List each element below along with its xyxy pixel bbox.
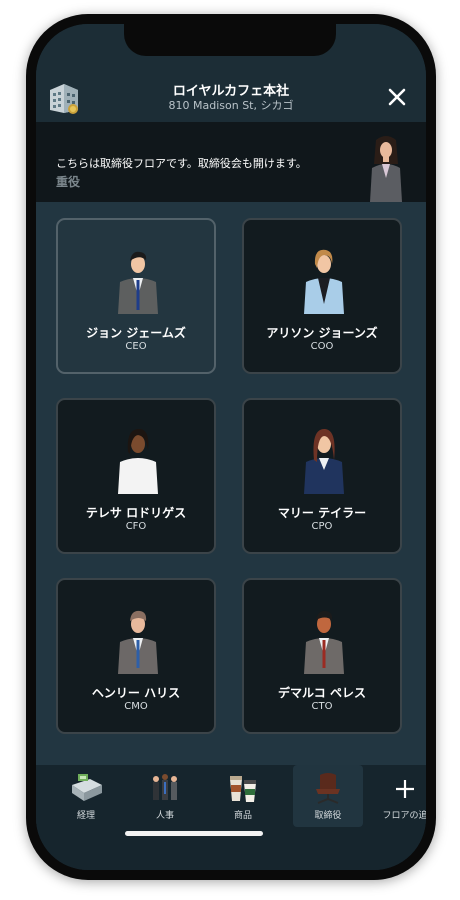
executive-role: CFO (125, 521, 147, 532)
executive-card[interactable]: ヘンリー ハリス CMO (56, 578, 216, 734)
executive-name: ヘンリー ハリス (91, 686, 181, 700)
executive-role: CEO (125, 341, 147, 352)
tab-hr[interactable]: 人事 (130, 765, 200, 827)
home-indicator[interactable] (125, 831, 263, 836)
close-icon[interactable] (386, 86, 408, 108)
tab-accounting[interactable]: 経理 (51, 765, 121, 827)
phone-notch (124, 24, 336, 56)
assistant-avatar (370, 136, 402, 202)
executive-role: CPO (311, 521, 333, 532)
tab-label: 人事 (155, 811, 174, 821)
executive-name: マリー テイラー (277, 506, 367, 520)
address: 810 Madison St, シカゴ (168, 99, 294, 112)
people-icon (153, 774, 177, 800)
banner-subtitle: 重役 (56, 175, 81, 189)
executive-avatar (304, 249, 344, 314)
executive-avatar (118, 610, 158, 674)
plus-icon (396, 780, 414, 798)
tab-label: フロアの追 (382, 811, 426, 821)
tab-executives[interactable]: 取締役 (293, 765, 363, 827)
tab-label: 取締役 (314, 811, 342, 821)
banner-message: こちらは取締役フロアです。取締役会も開けます。 (56, 157, 307, 170)
executive-role: CMO (124, 701, 148, 712)
executive-name: アリソン ジョーンズ (266, 326, 378, 340)
executive-avatar (118, 251, 158, 314)
executive-avatar (304, 428, 344, 494)
tab-add-floor[interactable]: フロアの追 (370, 765, 426, 827)
executive-card[interactable]: デマルコ ペレス CTO (242, 578, 402, 734)
tab-products[interactable]: 商品 (208, 765, 278, 827)
executive-name: ジョン ジェームズ (86, 326, 186, 340)
tab-label: 商品 (233, 811, 252, 821)
executive-role: COO (310, 341, 334, 352)
coffee-cups-icon (230, 776, 256, 802)
tab-label: 経理 (76, 811, 95, 821)
executive-avatar (118, 428, 158, 494)
executive-card[interactable]: テレサ ロドリゲス CFO (56, 398, 216, 554)
executive-card[interactable]: アリソン ジョーンズ COO (242, 218, 402, 374)
executive-name: テレサ ロドリゲス (85, 506, 187, 520)
cash-register-icon (72, 774, 102, 801)
executive-card[interactable]: ジョン ジェームズ CEO (56, 218, 216, 374)
executive-avatar (304, 610, 344, 674)
executive-role: CTO (311, 701, 333, 712)
app-screen: ロイヤルカフェ本社 810 Madison St, シカゴ こちらは取締役フロア… (36, 24, 426, 870)
executive-name: デマルコ ペレス (278, 686, 366, 700)
executive-card[interactable]: マリー テイラー CPO (242, 398, 402, 554)
office-chair-icon (316, 773, 340, 804)
